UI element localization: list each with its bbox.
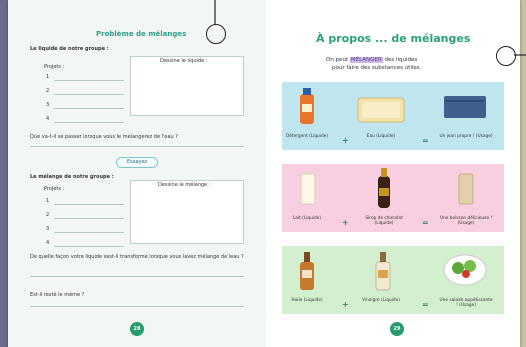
subtitle-post: des liquides [384, 57, 418, 63]
water-tray-icon [357, 97, 405, 123]
oil-bottle-icon [300, 252, 314, 290]
caption-a: Détergent (Liquide) [285, 134, 329, 139]
subtitle-pre: On peut [326, 57, 349, 63]
answer-line[interactable] [54, 204, 124, 205]
caption-b: Eau (Liquide) [366, 134, 396, 139]
question-same: Est-il resté le même ? [30, 292, 85, 298]
equals-sign: = [422, 300, 429, 309]
mix-row-milk: Lait (Liquide) + Sirop de chocolat (Liqu… [282, 164, 504, 232]
answer-line[interactable] [30, 306, 244, 307]
subtitle-line-1: On peut MÉLANGER des liquides [326, 57, 417, 64]
left-page: Problème de mélanges Le liquide de notre… [8, 0, 266, 347]
annotation-circle-left [206, 24, 226, 44]
list-number: 4 [46, 240, 50, 246]
right-page-title: À propos ... de mélanges [316, 32, 471, 45]
left-page-title: Problème de mélanges [96, 30, 187, 38]
list-number: 4 [46, 116, 50, 122]
list-number: 1 [46, 198, 50, 204]
caption-a: Huile (Liquide) [291, 298, 323, 303]
essayez-badge: Essayez [116, 157, 158, 168]
answer-line[interactable] [54, 94, 124, 95]
question-transform: De quelle façon votre liquide sest-il tr… [30, 254, 244, 260]
equals-sign: = [422, 136, 429, 145]
salad-icon [443, 254, 487, 286]
subtitle-highlight: MÉLANGER [349, 57, 383, 63]
list-number: 2 [46, 88, 50, 94]
page-number-right: 29 [390, 322, 404, 336]
answer-line[interactable] [54, 218, 124, 219]
right-page: À propos ... de mélanges On peut MÉLANGE… [266, 0, 520, 347]
plus-sign: + [342, 136, 349, 145]
answer-line[interactable] [54, 108, 124, 109]
question-liquid: Le liquide de notre groupe : [30, 46, 109, 52]
answer-line[interactable] [30, 276, 244, 277]
caption-c: Une salade appétissante ! (Usage) [439, 298, 493, 308]
mix-row-detergent: Détergent (Liquide) + Eau (Liquide) = Un… [282, 82, 504, 150]
question-water: Que va-t-il se passer lorsque vous le mé… [30, 134, 178, 140]
draw-liquid-label: Dessine le liquide : [160, 58, 208, 64]
draw-mixture-box[interactable] [130, 180, 244, 244]
draw-mixture-label: Dessine le mélange : [158, 182, 211, 188]
question-mixture: Le mélange de notre groupe : [30, 174, 114, 180]
list-number: 3 [46, 226, 50, 232]
caption-b: Sirop de chocolat (Liquide) [365, 216, 403, 226]
list-number: 3 [46, 102, 50, 108]
plus-sign: + [342, 218, 349, 227]
vinegar-bottle-icon [375, 252, 391, 291]
answer-line[interactable] [54, 246, 124, 247]
annotation-leader-line-right [514, 54, 526, 56]
page-number-left: 28 [130, 322, 144, 336]
list-number: 1 [46, 74, 50, 80]
caption-c: Un jean propre ! (Usage) [439, 134, 493, 139]
answer-line[interactable] [30, 146, 244, 147]
projets-label-1: Projets : [44, 64, 65, 70]
projets-label-2: Projets : [44, 186, 65, 192]
list-number: 2 [46, 212, 50, 218]
annotation-leader-line-left [214, 0, 216, 25]
caption-c: Une boisson délicieuse ! (Usage) [439, 216, 493, 226]
annotation-circle-right [496, 46, 516, 66]
milk-glass-icon [300, 173, 316, 205]
chocolate-drink-icon [458, 173, 474, 205]
plus-sign: + [342, 300, 349, 309]
answer-line[interactable] [54, 232, 124, 233]
subtitle-line-2: pour faire des substances utiles. [332, 65, 422, 71]
equals-sign: = [422, 218, 429, 227]
caption-a: Lait (Liquide) [292, 216, 322, 221]
answer-line[interactable] [54, 122, 124, 123]
chocolate-syrup-icon [378, 168, 390, 208]
detergent-bottle-icon [300, 88, 314, 124]
draw-liquid-box[interactable] [130, 56, 244, 116]
answer-line[interactable] [54, 80, 124, 81]
mix-row-oil: Huile (Liquide) + Vinaigre (Liquide) = U… [282, 246, 504, 314]
jeans-icon [444, 96, 486, 118]
caption-b: Vinaigre (Liquide) [362, 298, 400, 303]
